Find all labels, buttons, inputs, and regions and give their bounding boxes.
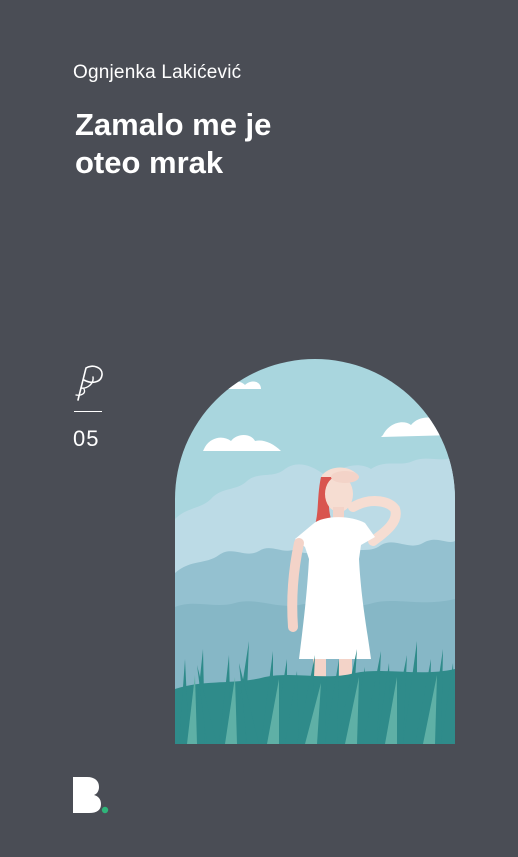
series-divider bbox=[74, 411, 102, 412]
title-line-1: Zamalo me je bbox=[75, 107, 272, 142]
book-title: Zamalo me je oteo mrak bbox=[75, 106, 375, 182]
series-number: 05 bbox=[73, 426, 100, 451]
publisher-b-logo-icon bbox=[71, 775, 111, 820]
book-cover: Ognjenka Lakićević Zamalo me je oteo mra… bbox=[0, 0, 518, 857]
author-name: Ognjenka Lakićević bbox=[73, 62, 242, 83]
series-p-logo-icon bbox=[72, 362, 108, 407]
title-line-2: oteo mrak bbox=[75, 145, 224, 180]
cover-illustration bbox=[175, 359, 455, 749]
